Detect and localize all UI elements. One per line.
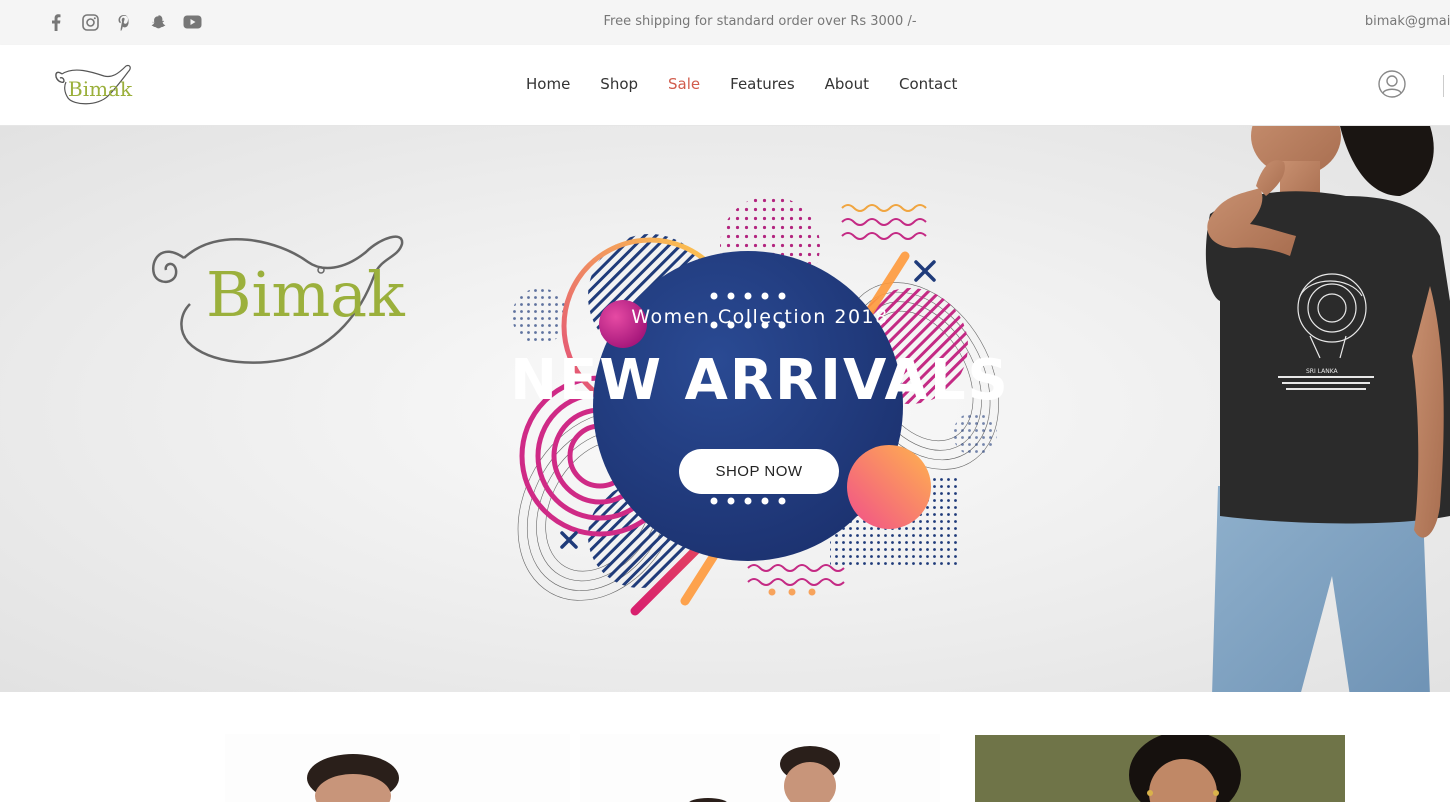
nav-contact[interactable]: Contact (899, 75, 957, 93)
nav-sale[interactable]: Sale (668, 75, 700, 93)
main-header: Bimak Home Shop Sale Features About Cont… (0, 45, 1450, 126)
hero-banner: Bimak Women Collection 2018 NEW ARRIVALS… (0, 126, 1450, 692)
instagram-icon[interactable] (80, 12, 100, 32)
shop-now-button[interactable]: SHOP NOW (679, 449, 839, 494)
top-bar: Free shipping for standard order over Rs… (0, 0, 1450, 45)
header-divider (1443, 75, 1444, 97)
snapchat-icon[interactable] (148, 12, 168, 32)
product-card-men-2[interactable] (580, 734, 940, 802)
hero-logo: Bimak (148, 224, 410, 364)
contact-email[interactable]: bimak@gmail (1365, 14, 1450, 29)
shirt-print-text: SRI LANKA (1306, 368, 1339, 375)
user-icon[interactable] (1378, 70, 1406, 98)
pinterest-icon[interactable] (114, 12, 134, 32)
youtube-icon[interactable] (182, 12, 202, 32)
site-logo[interactable]: Bimak (52, 60, 134, 108)
logo-text: Bimak (68, 77, 133, 101)
shipping-notice: Free shipping for standard order over Rs… (603, 14, 917, 29)
product-card-women[interactable] (975, 735, 1345, 802)
featured-section (0, 692, 1450, 802)
hero-logo-text: Bimak (206, 258, 405, 331)
nav-home[interactable]: Home (526, 75, 570, 93)
facebook-icon[interactable] (46, 12, 66, 32)
nav-features[interactable]: Features (730, 75, 795, 93)
nav-about[interactable]: About (825, 75, 869, 93)
product-card-men-1[interactable] (225, 734, 570, 802)
nav-shop[interactable]: Shop (600, 75, 638, 93)
hero-subtitle: Women Collection 2018 (631, 306, 889, 328)
hero-title: NEW ARRIVALS (510, 348, 1010, 413)
main-nav: Home Shop Sale Features About Contact (526, 75, 957, 93)
hero-model-image: SRI LANKA (1100, 126, 1450, 692)
social-links (46, 12, 202, 32)
